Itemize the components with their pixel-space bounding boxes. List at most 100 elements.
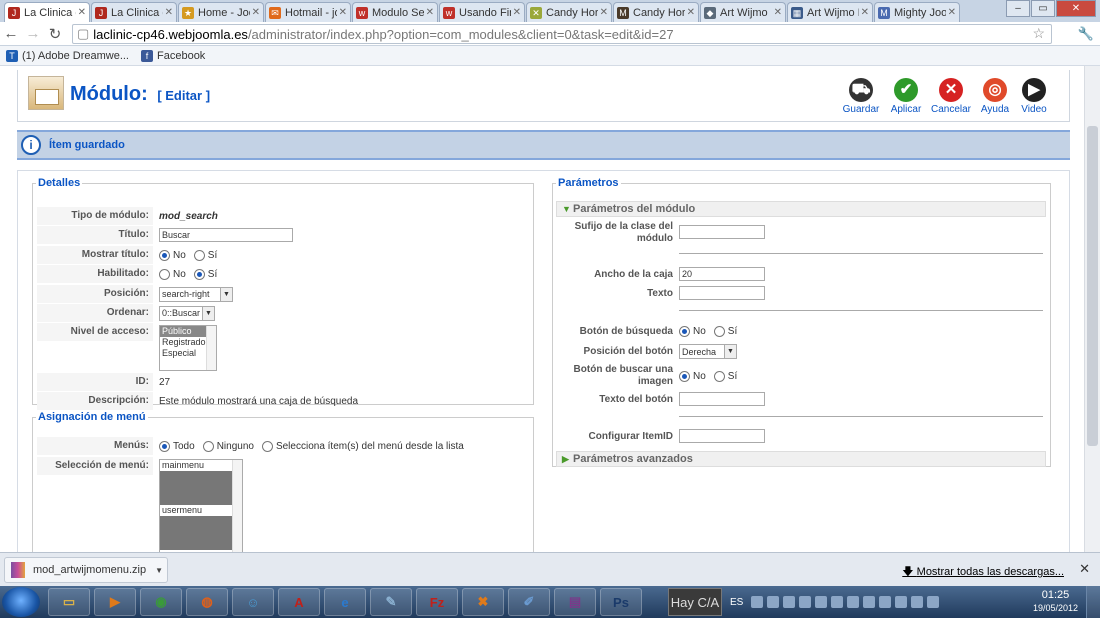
bookmark-0[interactable]: T (1) Adobe Dreamwe... <box>6 49 129 62</box>
tray-icon[interactable] <box>895 596 908 608</box>
menus-ninguno-radio[interactable] <box>202 440 214 452</box>
toolbar-video-button[interactable]: ▶ Video <box>1012 78 1056 115</box>
tab-0[interactable]: J La Clinica d✕ <box>4 2 90 22</box>
habilitado-si-radio[interactable] <box>193 268 205 280</box>
taskbar-filezilla-icon[interactable]: Fz <box>416 588 458 616</box>
ordenar-select[interactable]: 0::Buscar ▼ <box>159 305 215 321</box>
tray-icon[interactable] <box>751 596 764 608</box>
close-icon[interactable]: ✕ <box>1079 561 1090 577</box>
taskbar-firefox-icon[interactable]: ◍ <box>186 588 228 616</box>
tray-icon[interactable] <box>783 596 796 608</box>
acceso-listbox[interactable]: Público Registrado Especial <box>159 325 217 371</box>
boton-imagen-no-radio[interactable] <box>679 371 690 382</box>
tray-icon[interactable] <box>799 596 812 608</box>
listbox-scrollbar[interactable] <box>232 460 242 552</box>
menus-selecciona-radio[interactable] <box>261 440 273 452</box>
taskbar-photoshop-icon[interactable]: Ps <box>600 588 642 616</box>
taskbar-paint-icon[interactable]: ✐ <box>508 588 550 616</box>
wrench-icon[interactable]: 🔧 <box>1078 26 1094 42</box>
module-params-header[interactable]: ▼ Parámetros del módulo <box>556 201 1046 217</box>
taskbar-media-icon[interactable]: ▶ <box>94 588 136 616</box>
close-icon[interactable]: ✕ <box>600 7 608 18</box>
close-icon[interactable]: ✕ <box>513 7 521 18</box>
back-icon[interactable]: ← <box>0 25 22 42</box>
boton-busqueda-si-radio[interactable] <box>713 326 725 337</box>
language-indicator[interactable]: ES <box>730 597 743 608</box>
forward-icon[interactable]: → <box>22 25 44 42</box>
titulo-input[interactable]: Buscar <box>159 228 293 242</box>
chevron-down-icon[interactable]: ▼ <box>155 566 163 575</box>
taskbar-ie-icon[interactable]: e <box>324 588 366 616</box>
taskbar-xampp-icon[interactable]: ✖ <box>462 588 504 616</box>
tray-icon[interactable] <box>767 596 780 608</box>
menu-items-block[interactable] <box>160 471 232 505</box>
close-icon[interactable]: ✕ <box>861 7 869 18</box>
scrollbar-thumb[interactable] <box>1087 126 1098 446</box>
advanced-params-header[interactable]: ▶ Parámetros avanzados <box>556 451 1046 467</box>
taskbar-notes-icon[interactable]: ✎ <box>370 588 412 616</box>
start-button[interactable] <box>2 587 40 617</box>
tab-10[interactable]: M Mighty Joo ✕ <box>874 2 960 22</box>
taskbar-chrome-icon[interactable]: ◉ <box>140 588 182 616</box>
boton-imagen-si-radio[interactable] <box>713 371 725 382</box>
tray-icon[interactable] <box>831 596 844 608</box>
tray-icon[interactable] <box>815 596 828 608</box>
close-icon[interactable]: ✕ <box>78 7 86 18</box>
close-icon[interactable]: ✕ <box>165 7 173 18</box>
bookmark-star-icon[interactable]: ☆ <box>1032 25 1045 42</box>
volume-icon[interactable] <box>911 596 924 608</box>
show-desktop-button[interactable] <box>1086 586 1100 618</box>
taskbar-explorer-icon[interactable]: ▭ <box>48 588 90 616</box>
tab-4[interactable]: w Modulo Se ✕ <box>352 2 438 22</box>
hay-ca-button[interactable]: Hay C/A <box>668 588 722 616</box>
download-item[interactable]: mod_artwijmomenu.zip ▼ <box>4 557 168 583</box>
close-icon[interactable]: ✕ <box>339 7 347 18</box>
tab-5[interactable]: w Usando Fire✕ <box>439 2 525 22</box>
listbox-scrollbar[interactable] <box>206 326 216 370</box>
tab-8[interactable]: ◆ Art Wijmo ✕ <box>700 2 786 22</box>
taskbar-messenger-icon[interactable]: ☺ <box>232 588 274 616</box>
tab-6[interactable]: ✕ Candy Hori ✕ <box>526 2 612 22</box>
taskbar-winrar-icon[interactable]: ▤ <box>554 588 596 616</box>
bookmark-1[interactable]: f Facebook <box>141 49 205 62</box>
toolbar-guardar-button[interactable]: ⛟ Guardar <box>839 78 883 115</box>
tray-icon[interactable] <box>847 596 860 608</box>
tray-icon[interactable] <box>879 596 892 608</box>
tray-icon[interactable] <box>863 596 876 608</box>
show-all-downloads-link[interactable]: Mostrar todas las descargas... <box>902 563 1064 582</box>
close-icon[interactable]: ✕ <box>252 7 260 18</box>
close-icon[interactable]: ✕ <box>948 7 956 18</box>
toolbar-cancelar-button[interactable]: ✕ Cancelar <box>929 78 973 115</box>
close-icon[interactable]: ✕ <box>687 7 695 18</box>
network-icon[interactable] <box>927 596 940 608</box>
mostrar-si-radio[interactable] <box>193 249 205 261</box>
toolbar-aplicar-button[interactable]: ✔ Aplicar <box>884 78 928 115</box>
close-window-button[interactable]: ✕ <box>1056 0 1096 17</box>
tab-7[interactable]: M Candy Hori ✕ <box>613 2 699 22</box>
close-icon[interactable]: ✕ <box>774 7 782 18</box>
mostrar-no-radio[interactable] <box>159 249 170 261</box>
tab-9[interactable]: ▦ Art Wijmo M✕ <box>787 2 873 22</box>
sufijo-input[interactable] <box>679 225 765 239</box>
close-icon[interactable]: ✕ <box>426 7 434 18</box>
menu-selection-listbox[interactable]: mainmenu usermenu <box>159 459 243 552</box>
taskbar-acrobat-icon[interactable]: A <box>278 588 320 616</box>
habilitado-no-radio[interactable] <box>159 268 170 280</box>
page-scrollbar[interactable] <box>1084 66 1100 552</box>
reload-icon[interactable]: ↻ <box>44 25 66 43</box>
taskbar-clock[interactable]: 01:25 19/05/2012 <box>1033 589 1078 615</box>
tab-1[interactable]: J La Clinica d✕ <box>91 2 177 22</box>
menu-list-header[interactable]: usermenu <box>160 505 242 516</box>
tab-2[interactable]: ★ Home - Joo ✕ <box>178 2 264 22</box>
ancho-input[interactable]: 20 <box>679 267 765 281</box>
tab-3[interactable]: ✉ Hotmail - jo ✕ <box>265 2 351 22</box>
toolbar-ayuda-button[interactable]: ◎ Ayuda <box>973 78 1017 115</box>
texto-boton-input[interactable] <box>679 392 765 406</box>
itemid-input[interactable] <box>679 429 765 443</box>
menu-items-block[interactable] <box>160 516 232 550</box>
texto-input[interactable] <box>679 286 765 300</box>
url-input[interactable]: ▢ laclinic-cp46.webjoomla.es /administra… <box>72 24 1052 44</box>
posicion-boton-select[interactable]: Derecha ▼ <box>679 344 737 359</box>
maximize-button[interactable]: ▭ <box>1031 0 1055 17</box>
minimize-button[interactable]: – <box>1006 0 1030 17</box>
